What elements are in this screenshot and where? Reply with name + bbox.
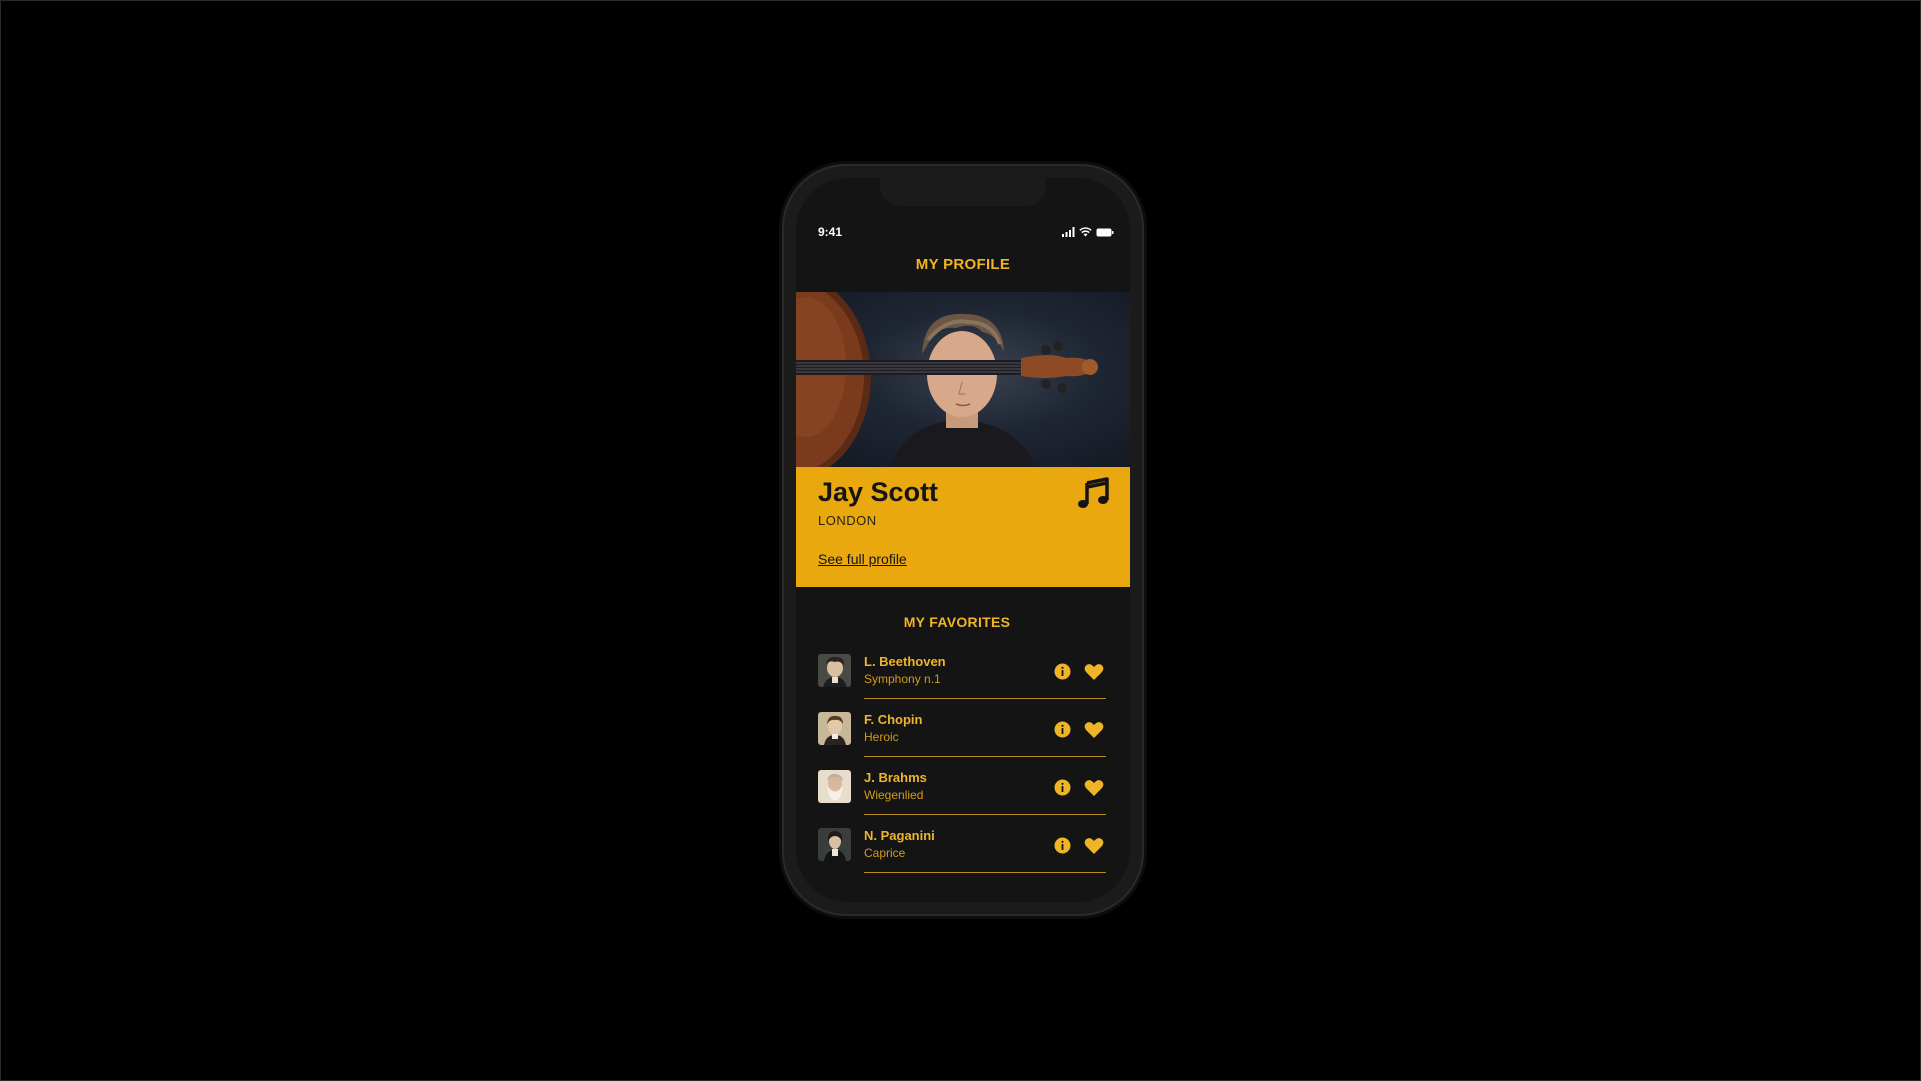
heart-icon[interactable]	[1084, 721, 1104, 739]
work-title: Heroic	[864, 730, 899, 744]
profile-name: Jay Scott	[818, 477, 939, 507]
phone-mockup: 9:41 MY PROFILE Jay Scott LONDON See ful…	[782, 164, 1144, 916]
divider	[864, 756, 1106, 757]
music-note-icon	[1078, 477, 1109, 508]
status-time: 9:41	[818, 225, 843, 239]
see-full-profile-link[interactable]: See full profile	[818, 551, 907, 567]
profile-city: LONDON	[818, 513, 877, 528]
page-title: MY PROFILE	[915, 256, 1011, 273]
divider	[864, 698, 1106, 699]
info-icon[interactable]	[1054, 837, 1071, 854]
work-title: Caprice	[864, 846, 906, 860]
heart-icon[interactable]	[1084, 779, 1104, 797]
composer-name: J. Brahms	[864, 770, 927, 785]
list-item[interactable]: J. Brahms Wiegenlied	[818, 764, 1108, 822]
list-item[interactable]: F. Chopin Heroic	[818, 706, 1108, 764]
profile-photo	[796, 292, 1130, 467]
info-icon[interactable]	[1054, 721, 1071, 738]
list-item[interactable]: N. Paganini Caprice	[818, 822, 1108, 880]
heart-icon[interactable]	[1084, 837, 1104, 855]
status-icons	[1062, 226, 1114, 238]
musician-illustration	[796, 292, 1098, 467]
divider	[864, 872, 1106, 873]
composer-name: L. Beethoven	[864, 654, 946, 669]
battery-icon	[1096, 228, 1114, 236]
info-icon[interactable]	[1054, 779, 1071, 796]
favorites-title: MY FAVORITES	[903, 614, 1011, 630]
phone-screen: 9:41 MY PROFILE Jay Scott LONDON See ful…	[796, 178, 1130, 902]
composer-thumbnail	[818, 712, 851, 745]
work-title: Wiegenlied	[864, 788, 924, 802]
heart-icon[interactable]	[1084, 663, 1104, 681]
list-item[interactable]: L. Beethoven Symphony n.1	[818, 648, 1108, 706]
work-title: Symphony n.1	[864, 672, 941, 686]
composer-thumbnail	[818, 828, 851, 861]
wifi-icon	[1079, 227, 1092, 237]
presentation-frame: 9:41 MY PROFILE Jay Scott LONDON See ful…	[0, 0, 1921, 1081]
info-icon[interactable]	[1054, 663, 1071, 680]
phone-notch	[880, 178, 1046, 206]
favorites-list: L. Beethoven Symphony n.1 F. Chopin Hero…	[818, 648, 1108, 880]
divider	[864, 814, 1106, 815]
composer-name: F. Chopin	[864, 712, 923, 727]
signal-icon	[1062, 227, 1075, 237]
composer-thumbnail	[818, 654, 851, 687]
profile-card: Jay Scott LONDON See full profile	[796, 467, 1130, 587]
composer-thumbnail	[818, 770, 851, 803]
composer-name: N. Paganini	[864, 828, 935, 843]
